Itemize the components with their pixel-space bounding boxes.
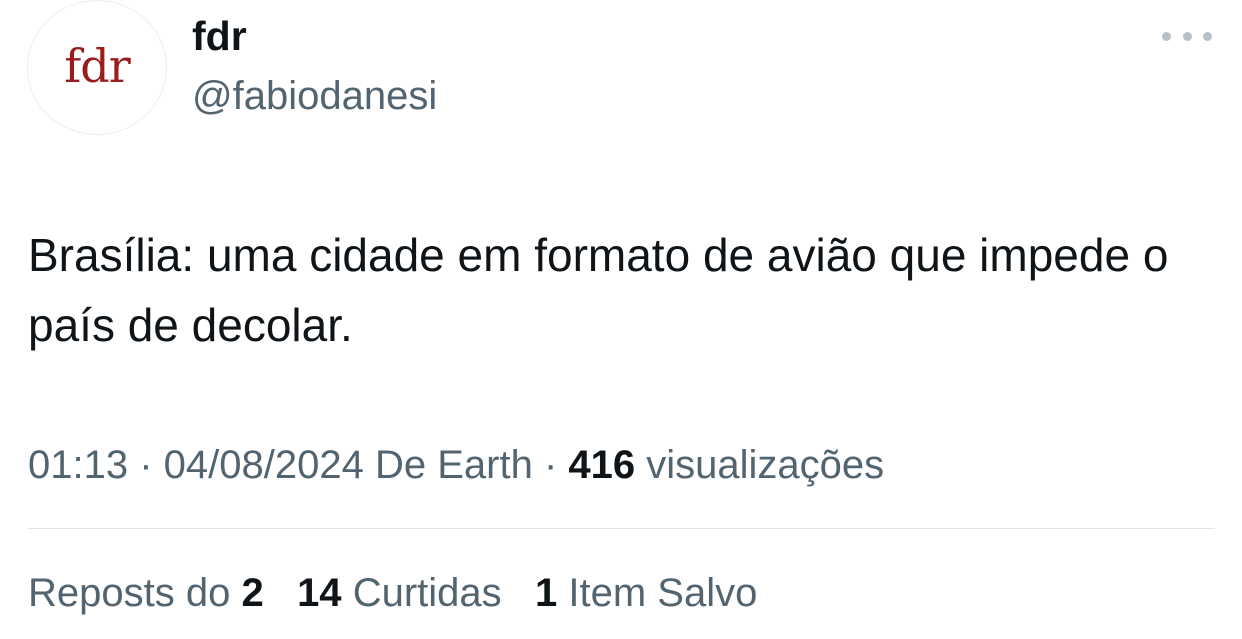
tweet-date[interactable]: 04/08/2024 <box>164 443 364 487</box>
tweet-card: fdr fdr @fabiodanesi Brasília: uma cidad… <box>0 0 1242 639</box>
avatar[interactable]: fdr <box>27 0 167 135</box>
author-display-name[interactable]: fdr <box>192 12 247 60</box>
reposts-label: Reposts do <box>28 571 231 615</box>
author-handle[interactable]: @fabiodanesi <box>192 72 437 120</box>
likes-count: 14 <box>297 571 342 615</box>
tweet-source: De Earth <box>374 443 533 487</box>
likes-label: Curtidas <box>352 571 502 615</box>
likes-stat[interactable]: 14 Curtidas <box>297 571 502 615</box>
more-options-button[interactable] <box>1162 22 1212 50</box>
more-horizontal-icon <box>1162 31 1171 41</box>
saves-count: 1 <box>534 571 558 615</box>
saves-stat[interactable]: 1 Item Salvo <box>535 571 757 615</box>
divider <box>28 528 1215 529</box>
views-count: 416 <box>568 443 636 487</box>
tweet-stats: Reposts do 2 14 Curtidas 1 Item Salvo <box>28 565 757 621</box>
saves-label: Item Salvo <box>568 571 758 615</box>
tweet-text: Brasília: uma cidade em formato de avião… <box>28 229 1169 351</box>
tweet-time[interactable]: 01:13 <box>28 443 128 487</box>
views-label: visualizações <box>646 443 885 487</box>
meta-separator: · <box>128 443 164 487</box>
reposts-stat[interactable]: Reposts do 2 <box>28 571 264 615</box>
more-horizontal-icon-dot <box>1182 31 1192 41</box>
tweet-meta: 01:13 · 04/08/2024 De Earth · 416 visual… <box>28 437 884 493</box>
meta-separator: · <box>532 443 569 487</box>
avatar-logo: fdr <box>64 38 130 93</box>
reposts-count: 2 <box>241 571 264 615</box>
more-horizontal-icon-dot <box>1203 31 1212 41</box>
